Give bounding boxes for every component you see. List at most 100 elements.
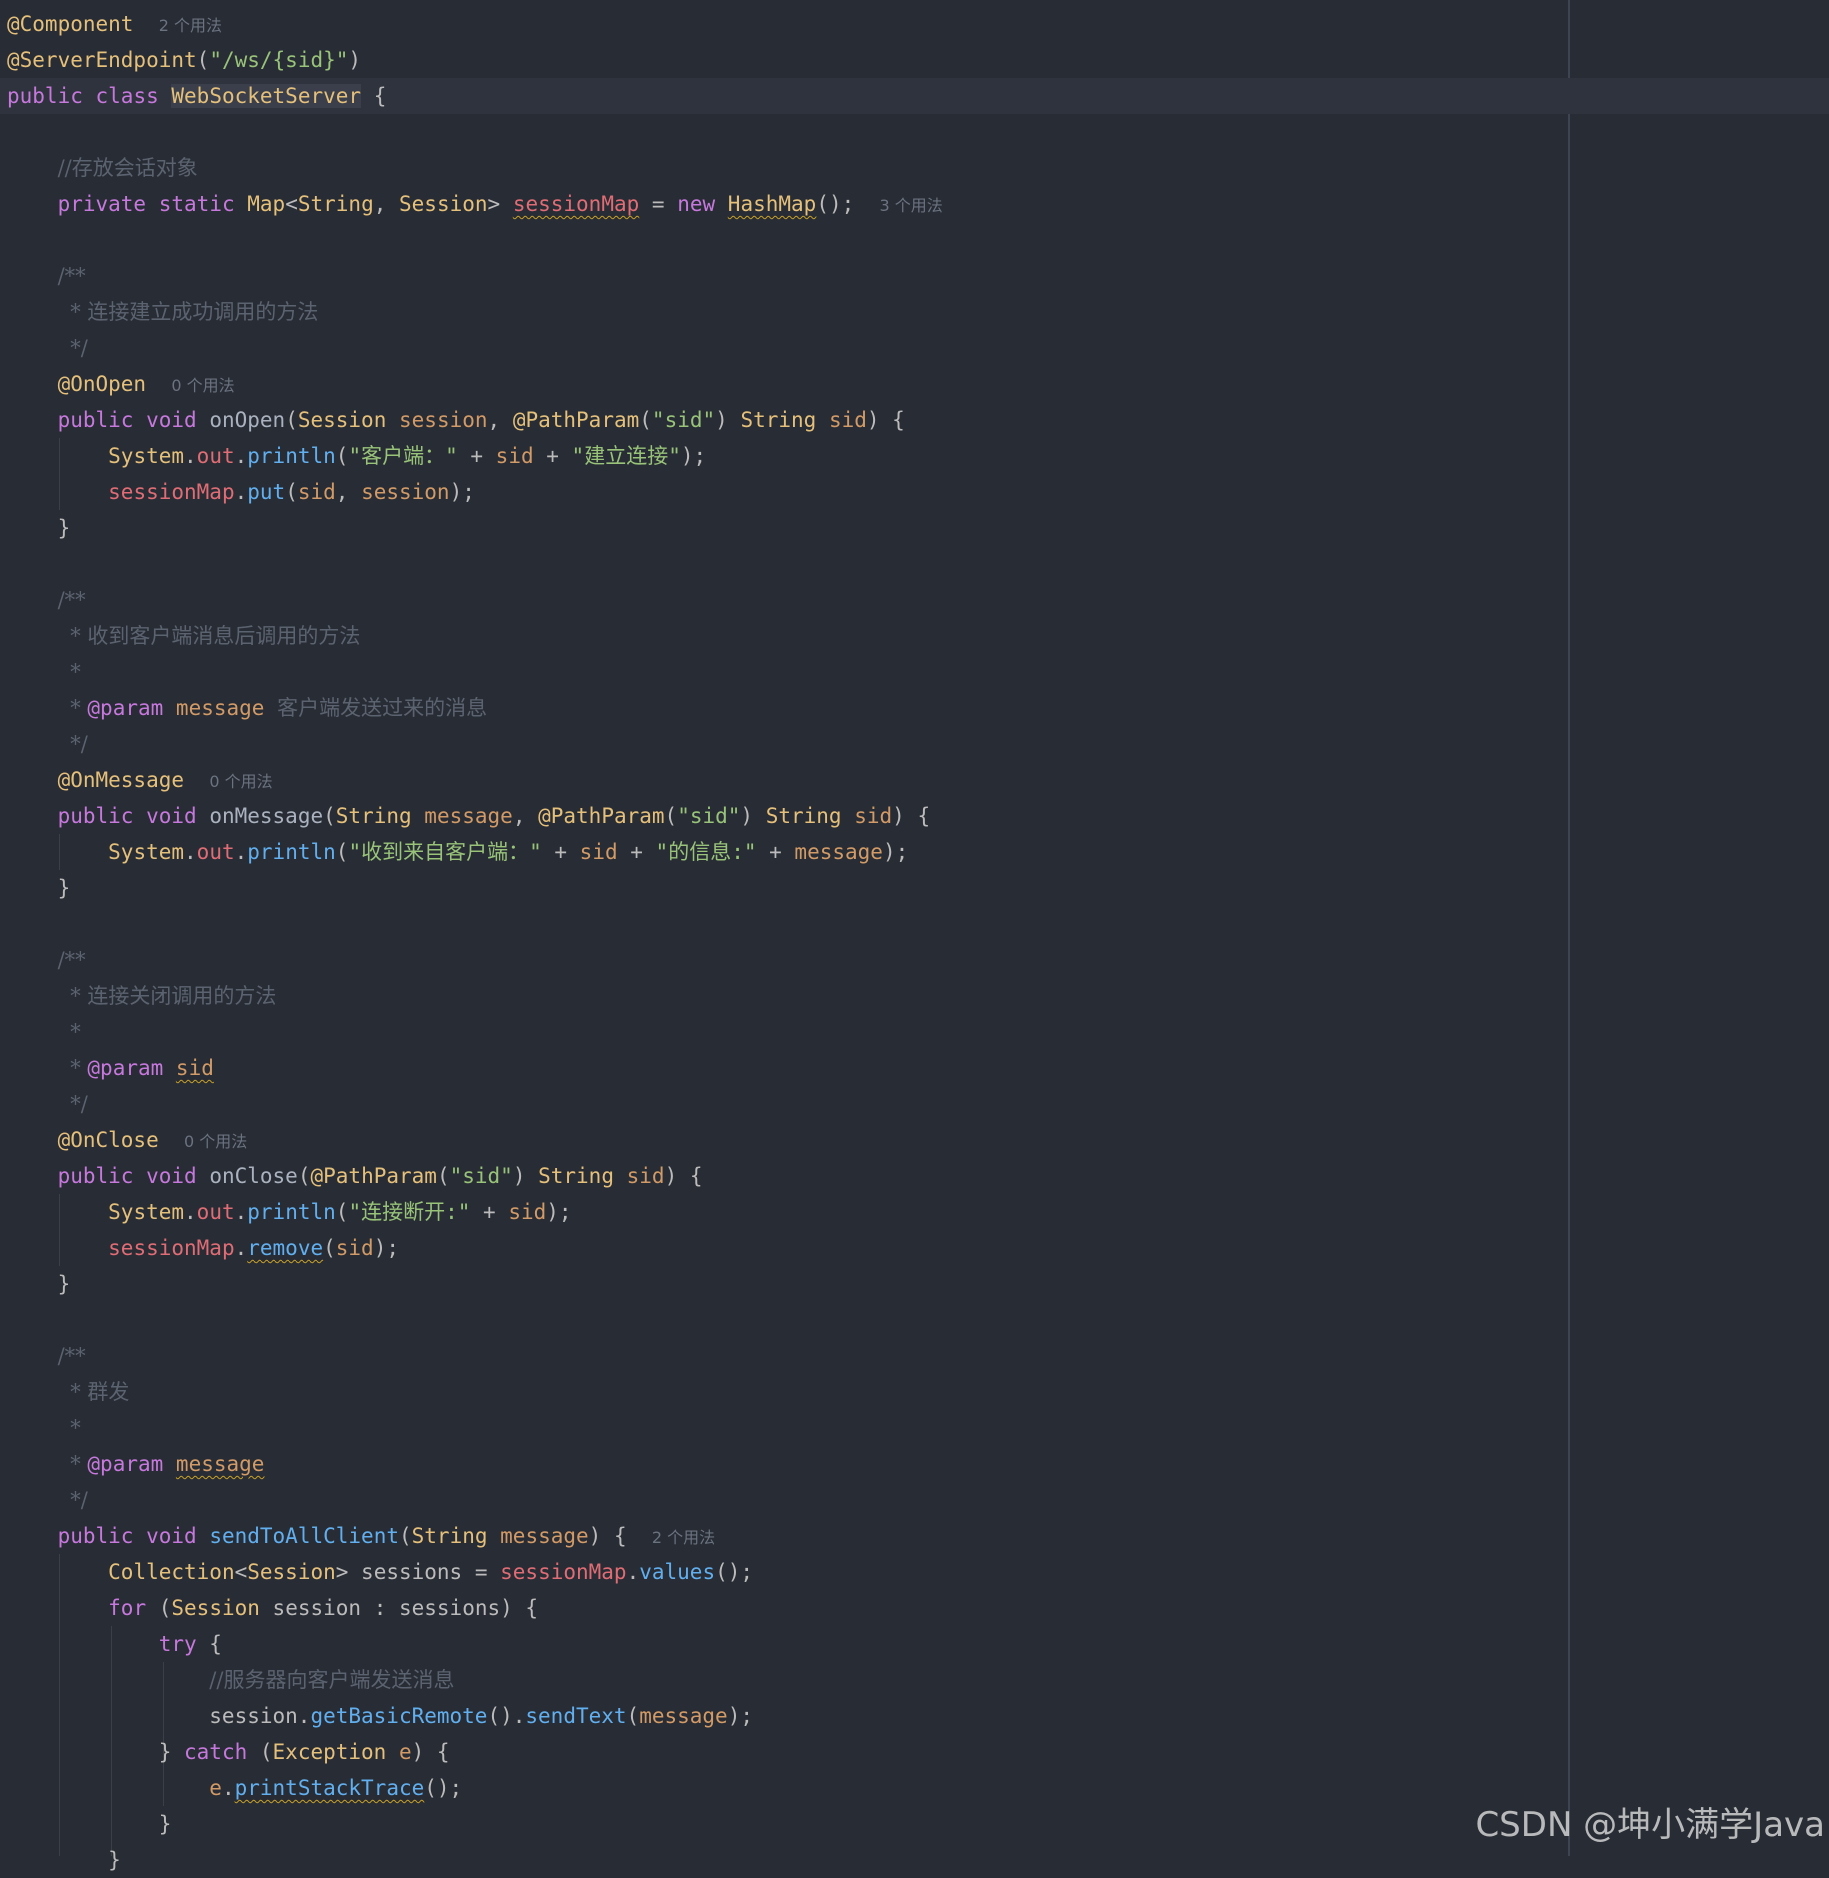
code-line[interactable]: * 收到客户端消息后调用的方法 bbox=[0, 618, 1829, 654]
code-line[interactable]: * @param sid bbox=[0, 1050, 1829, 1086]
parameter: sid bbox=[335, 1236, 374, 1260]
string-literal: "sid" bbox=[449, 1164, 513, 1188]
code-editor[interactable]: @Component 2 个用法 @ServerEndpoint("/ws/{si… bbox=[0, 0, 1829, 1872]
code-line[interactable]: * bbox=[0, 654, 1829, 690]
keyword: void bbox=[146, 1524, 197, 1548]
code-text: + bbox=[617, 840, 656, 864]
code-text: . bbox=[221, 1776, 235, 1800]
code-line[interactable]: public void sendToAllClient(String messa… bbox=[0, 1518, 1829, 1554]
annotation: @OnOpen bbox=[57, 372, 147, 396]
type-name: Session bbox=[297, 408, 387, 432]
usage-hint[interactable]: 2 个用法 bbox=[652, 1528, 715, 1547]
code-text: ) { bbox=[892, 804, 931, 828]
watermark: CSDN @坤小满学Java bbox=[1475, 1805, 1825, 1845]
code-line[interactable] bbox=[0, 114, 1829, 150]
code-text: ) bbox=[740, 804, 766, 828]
string-literal: "sid" bbox=[651, 408, 716, 432]
code-text: ( bbox=[664, 804, 678, 828]
type-name: String bbox=[740, 408, 817, 432]
code-text: . bbox=[184, 1200, 197, 1224]
code-text: ); bbox=[727, 1704, 754, 1728]
code-line[interactable]: } catch (Exception e) { bbox=[0, 1734, 1829, 1770]
code-line[interactable]: public void onClose(@PathParam("sid") St… bbox=[0, 1158, 1829, 1194]
method-call: remove bbox=[247, 1236, 324, 1260]
code-line[interactable]: public void onOpen(Session session, @Pat… bbox=[0, 402, 1829, 438]
code-line[interactable]: session.getBasicRemote().sendText(messag… bbox=[0, 1698, 1829, 1734]
code-line[interactable]: * 连接建立成功调用的方法 bbox=[0, 294, 1829, 330]
code-line[interactable]: } bbox=[0, 1266, 1829, 1302]
code-text: ) bbox=[715, 408, 741, 432]
usage-hint[interactable]: 0 个用法 bbox=[184, 1132, 247, 1151]
usage-hint[interactable]: 0 个用法 bbox=[209, 772, 272, 791]
method-call: println bbox=[247, 1200, 336, 1224]
code-line[interactable]: sessionMap.put(sid, session); bbox=[0, 474, 1829, 510]
code-text: ( bbox=[335, 444, 349, 468]
code-line[interactable]: /** bbox=[0, 942, 1829, 978]
code-line[interactable]: * @param message 客户端发送过来的消息 bbox=[0, 690, 1829, 726]
code-line[interactable]: sessionMap.remove(sid); bbox=[0, 1230, 1829, 1266]
code-line[interactable]: public class WebSocketServer { bbox=[0, 78, 1829, 114]
code-line[interactable]: try { bbox=[0, 1626, 1829, 1662]
code-line[interactable]: System.out.println("连接断开:" + sid); bbox=[0, 1194, 1829, 1230]
field: out bbox=[196, 840, 235, 864]
code-line[interactable]: /** bbox=[0, 258, 1829, 294]
usage-hint[interactable]: 0 个用法 bbox=[171, 376, 234, 395]
code-line[interactable]: */ bbox=[0, 1482, 1829, 1518]
code-line[interactable]: System.out.println("客户端：" + sid + "建立连接"… bbox=[0, 438, 1829, 474]
usage-hint[interactable]: 3 个用法 bbox=[880, 196, 943, 215]
field: out bbox=[196, 1200, 235, 1224]
code-line[interactable]: /** bbox=[0, 582, 1829, 618]
code-line[interactable]: System.out.println("收到来自客户端：" + sid + "的… bbox=[0, 834, 1829, 870]
javadoc-tag: @param bbox=[87, 696, 164, 720]
code-line[interactable]: //存放会话对象 bbox=[0, 150, 1829, 186]
code-line[interactable]: @Component 2 个用法 bbox=[0, 6, 1829, 42]
code-line[interactable] bbox=[0, 906, 1829, 942]
code-line[interactable]: //服务器向客户端发送消息 bbox=[0, 1662, 1829, 1698]
code-line[interactable]: * bbox=[0, 1014, 1829, 1050]
keyword: class bbox=[95, 84, 159, 108]
code-line[interactable]: Collection<Session> sessions = sessionMa… bbox=[0, 1554, 1829, 1590]
code-line[interactable]: /** bbox=[0, 1338, 1829, 1374]
code-line[interactable]: @OnClose 0 个用法 bbox=[0, 1122, 1829, 1158]
usage-hint[interactable]: 2 个用法 bbox=[159, 16, 222, 35]
code-line[interactable]: */ bbox=[0, 1086, 1829, 1122]
code-line[interactable]: */ bbox=[0, 726, 1829, 762]
code-line[interactable]: @ServerEndpoint("/ws/{sid}") bbox=[0, 42, 1829, 78]
code-line[interactable]: @OnMessage 0 个用法 bbox=[0, 762, 1829, 798]
code-text: . bbox=[234, 1200, 248, 1224]
code-text: (). bbox=[487, 1704, 526, 1728]
code-line[interactable]: * 群发 bbox=[0, 1374, 1829, 1410]
code-line[interactable]: * bbox=[0, 1410, 1829, 1446]
code-text: ( bbox=[297, 1164, 311, 1188]
code-line[interactable] bbox=[0, 1302, 1829, 1338]
type-name: String bbox=[765, 804, 842, 828]
code-line[interactable]: * @param message bbox=[0, 1446, 1829, 1482]
code-text: ( bbox=[323, 1236, 336, 1260]
code-line[interactable]: public void onMessage(String message, @P… bbox=[0, 798, 1829, 834]
annotation: @OnClose bbox=[57, 1128, 159, 1152]
code-line[interactable]: } bbox=[0, 870, 1829, 906]
comment: /** bbox=[57, 948, 86, 972]
code-line[interactable] bbox=[0, 222, 1829, 258]
code-line[interactable]: private static Map<String, Session> sess… bbox=[0, 186, 1829, 222]
string-literal: "收到来自客户端：" bbox=[348, 840, 542, 864]
code-text: ( bbox=[639, 408, 652, 432]
code-line[interactable]: } bbox=[0, 1842, 1829, 1878]
code-line[interactable] bbox=[0, 546, 1829, 582]
code-line[interactable]: @OnOpen 0 个用法 bbox=[0, 366, 1829, 402]
annotation: @PathParam bbox=[310, 1164, 437, 1188]
code-text: > sessions = bbox=[335, 1560, 501, 1584]
code-line[interactable]: * 连接关闭调用的方法 bbox=[0, 978, 1829, 1014]
code-line[interactable]: } bbox=[0, 510, 1829, 546]
code-line[interactable]: */ bbox=[0, 330, 1829, 366]
code-line[interactable]: for (Session session : sessions) { bbox=[0, 1590, 1829, 1626]
